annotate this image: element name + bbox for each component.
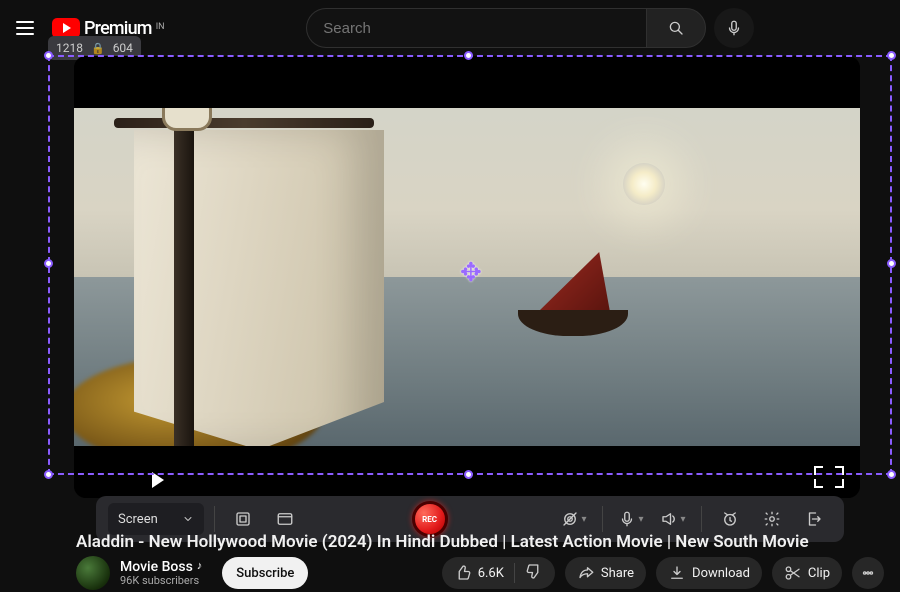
video-frame: [74, 108, 860, 446]
handle-mid-left[interactable]: [44, 259, 53, 268]
divider: [602, 506, 603, 532]
handle-top-mid[interactable]: [464, 51, 473, 60]
rec-label: REC: [422, 515, 437, 524]
letterbox-top: [74, 56, 860, 108]
crop-region-icon: [234, 510, 252, 528]
more-horizontal-icon: [859, 564, 877, 582]
handle-bottom-left[interactable]: [44, 470, 53, 479]
thumbs-down-icon: [525, 562, 543, 580]
subscriber-count: 96K subscribers: [120, 575, 202, 588]
youtube-play-icon: [52, 18, 80, 38]
divider: [701, 506, 702, 532]
channel-name: Movie Boss: [120, 559, 193, 575]
divider: [214, 506, 215, 532]
speaker-icon: [660, 510, 678, 528]
region-badge: IN: [156, 22, 165, 32]
share-icon: [577, 564, 595, 582]
microphone-icon: [618, 510, 636, 528]
search-icon: [667, 19, 685, 37]
search-input[interactable]: [306, 8, 646, 48]
scissors-icon: [784, 564, 802, 582]
menu-button[interactable]: [16, 16, 40, 40]
thumbs-up-icon: [454, 564, 472, 582]
source-dropdown[interactable]: Screen: [108, 503, 204, 535]
handle-mid-right[interactable]: [887, 259, 896, 268]
video-meta-row: Movie Boss ♪ 96K subscribers Subscribe 6.…: [76, 555, 884, 591]
share-button[interactable]: Share: [565, 557, 646, 589]
search-button[interactable]: [646, 8, 706, 48]
webcam-off-icon: [561, 510, 579, 528]
share-label: Share: [601, 566, 634, 581]
handle-bottom-right[interactable]: [887, 470, 896, 479]
like-dislike-pill: 6.6K: [442, 557, 555, 589]
video-title: Aladdin - New Hollywood Movie (2024) In …: [76, 532, 880, 552]
selection-height: 604: [113, 41, 133, 55]
gear-icon: [763, 510, 781, 528]
search-wrap: [177, 8, 884, 48]
selection-width: 1218: [56, 41, 83, 55]
download-button[interactable]: Download: [656, 557, 762, 589]
window-icon: [276, 510, 294, 528]
source-label: Screen: [118, 512, 158, 527]
like-button[interactable]: 6.6K: [454, 564, 504, 582]
channel-info[interactable]: Movie Boss ♪ 96K subscribers: [120, 559, 202, 588]
clip-button[interactable]: Clip: [772, 557, 842, 589]
channel-avatar[interactable]: [76, 556, 110, 590]
alarm-clock-icon: [721, 510, 739, 528]
search-box: [306, 8, 706, 48]
download-label: Download: [692, 566, 750, 581]
lock-icon: 🔒: [91, 42, 105, 55]
subscribe-button[interactable]: Subscribe: [222, 557, 308, 589]
chevron-down-icon: [182, 513, 194, 525]
voice-search-button[interactable]: [714, 8, 754, 48]
fullscreen-button[interactable]: [814, 466, 844, 488]
microphone-icon: [725, 19, 743, 37]
music-note-icon: ♪: [197, 560, 203, 573]
handle-top-left[interactable]: [44, 51, 53, 60]
clip-label: Clip: [808, 566, 830, 581]
dislike-button[interactable]: [525, 562, 543, 584]
handle-bottom-mid[interactable]: [464, 470, 473, 479]
like-count: 6.6K: [478, 566, 504, 581]
exit-icon: [805, 510, 823, 528]
video-player[interactable]: [74, 56, 860, 498]
download-icon: [668, 564, 686, 582]
more-actions-button[interactable]: [852, 557, 884, 589]
handle-top-right[interactable]: [887, 51, 896, 60]
play-icon[interactable]: [152, 472, 168, 488]
